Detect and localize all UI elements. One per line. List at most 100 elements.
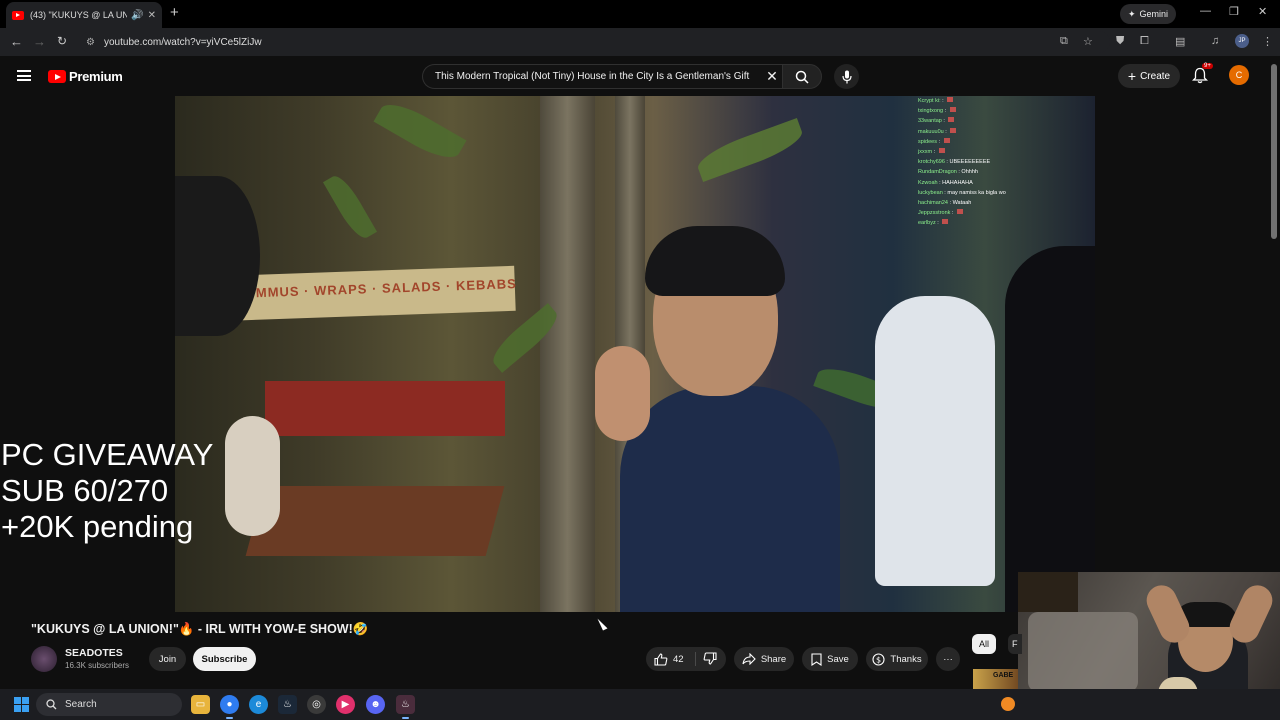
- chat-message: makuuu0u :: [918, 127, 1088, 137]
- create-button[interactable]: + Create: [1118, 64, 1180, 88]
- youtube-favicon-icon: [12, 10, 24, 20]
- youtube-premium-label[interactable]: Premium: [69, 69, 123, 84]
- profile-avatar[interactable]: JP: [1235, 34, 1249, 48]
- chat-message: Jeppzsstronk :: [918, 208, 1088, 218]
- chat-message: Kzwoah : HAHAHAHA: [918, 179, 973, 186]
- site-info-icon[interactable]: ⚙: [86, 37, 104, 48]
- media-control-icon[interactable]: ♫: [1211, 35, 1219, 47]
- obs-icon[interactable]: ◎: [307, 695, 326, 714]
- video-bg-leaf: [693, 118, 807, 182]
- chat-username: Kzwoah: [918, 179, 938, 186]
- search-input[interactable]: This Modern Tropical (Not Tiny) House in…: [422, 64, 782, 89]
- thumbs-down-icon[interactable]: [703, 652, 717, 665]
- taskbar-search-placeholder: Search: [65, 699, 97, 710]
- restore-icon[interactable]: ❐: [1229, 5, 1239, 18]
- video-person-hand: [595, 346, 650, 441]
- notification-count-badge: 9+: [1202, 63, 1213, 69]
- chat-emote-icon: [947, 97, 954, 102]
- microphone-icon: [841, 70, 852, 83]
- windows-start-icon[interactable]: [14, 697, 29, 712]
- chat-text: UBEEEEEEEEE: [949, 159, 991, 166]
- share-button[interactable]: Share: [734, 647, 794, 671]
- file-explorer-icon[interactable]: ▭: [191, 695, 210, 714]
- bookmark-star-icon[interactable]: ☆: [1083, 35, 1093, 48]
- channel-avatar[interactable]: [31, 646, 57, 672]
- save-button[interactable]: Save: [802, 647, 858, 671]
- stream-chat-overlay: Kcrypt ki: : txingtxong : 33wantap : mak…: [918, 96, 1088, 229]
- notifications-bell-icon[interactable]: [1192, 67, 1208, 84]
- audio-playing-icon[interactable]: 🔊: [131, 10, 143, 21]
- chat-emote-icon: [943, 137, 950, 143]
- steam-active-icon[interactable]: ♨: [396, 695, 415, 719]
- channel-name[interactable]: SEADOTES: [65, 647, 123, 659]
- chat-username: krotchy696: [918, 159, 945, 166]
- tab-title: (43) "KUKUYS @ LA UNION!: [30, 10, 128, 20]
- taskbar-search-box[interactable]: Search: [36, 693, 182, 716]
- shield-icon[interactable]: ⛊: [1116, 35, 1124, 48]
- chat-username: earlbyz: [918, 220, 936, 227]
- video-bg-table: [245, 486, 505, 556]
- plus-icon: +: [1127, 68, 1137, 84]
- page-scrollbar[interactable]: [1271, 64, 1277, 239]
- chat-username: luckybean: [918, 189, 943, 196]
- youtube-logo-icon[interactable]: [48, 70, 66, 83]
- chat-emote-icon: [938, 148, 945, 154]
- thanks-label: Thanks: [890, 653, 922, 665]
- video-person-white-shirt: [875, 296, 995, 586]
- chat-message: 33wantap :: [918, 116, 1088, 126]
- extensions-icon[interactable]: ⧠: [1140, 35, 1149, 48]
- webcam-bg-shelf: [1018, 572, 1078, 612]
- windows-taskbar: Search ▭ ● e ♨ ◎ ▶ ☻ ♨: [0, 689, 1280, 720]
- related-video-thumbnail[interactable]: GABE: [973, 669, 1018, 689]
- window-close-icon[interactable]: ✕: [1258, 5, 1267, 18]
- chat-emote-icon: [949, 107, 956, 113]
- forward-icon[interactable]: →: [33, 34, 46, 49]
- chrome-icon[interactable]: ●: [220, 695, 239, 719]
- user-avatar[interactable]: C: [1229, 65, 1249, 85]
- chat-emote-icon: [957, 209, 963, 215]
- menu-kebab-icon[interactable]: ⋮: [1262, 35, 1273, 48]
- edge-icon[interactable]: e: [249, 695, 268, 714]
- chat-username: jxxxm: [918, 149, 933, 156]
- clear-search-icon[interactable]: ✕: [762, 68, 782, 85]
- svg-text:$: $: [876, 655, 881, 664]
- share-icon: [742, 653, 756, 665]
- chat-emote-icon: [950, 127, 957, 133]
- create-label: Create: [1140, 70, 1171, 82]
- subscribe-button[interactable]: Subscribe: [193, 647, 256, 671]
- video-bg-leaf: [322, 171, 378, 243]
- video-person-shirt: [620, 386, 840, 612]
- like-divider: [695, 652, 696, 666]
- voice-search-button[interactable]: [834, 64, 859, 89]
- chip-all[interactable]: All: [972, 634, 996, 654]
- sidebar-icon[interactable]: ▤: [1175, 35, 1185, 48]
- gemini-button[interactable]: ✦ Gemini: [1120, 4, 1177, 24]
- search-button[interactable]: [782, 64, 822, 89]
- chat-message: RundamDragon : Ohhhh: [918, 169, 978, 176]
- thanks-button[interactable]: $ Thanks: [866, 647, 928, 671]
- new-tab-button[interactable]: +: [170, 4, 179, 21]
- more-actions-button[interactable]: ···: [936, 647, 960, 671]
- chip-next[interactable]: F: [1008, 634, 1022, 654]
- tab-close-icon[interactable]: ✕: [148, 10, 156, 21]
- chat-message: hachiman24 : Wataah: [918, 200, 972, 207]
- search-query-text: This Modern Tropical (Not Tiny) House in…: [435, 71, 750, 82]
- chat-message: spidees :: [918, 137, 1088, 147]
- chat-username: Jeppzsstronk: [918, 210, 951, 217]
- browser-tab-active[interactable]: (43) "KUKUYS @ LA UNION! 🔊 ✕: [6, 2, 162, 28]
- back-icon[interactable]: ←: [10, 34, 23, 49]
- tray-icon[interactable]: [1001, 697, 1015, 711]
- minimize-icon[interactable]: —: [1200, 5, 1211, 17]
- video-person-dark-hair: [1005, 246, 1095, 612]
- media-player-icon[interactable]: ▶: [336, 695, 355, 714]
- install-app-icon[interactable]: ⧉: [1060, 35, 1068, 48]
- hamburger-menu-icon[interactable]: [17, 70, 31, 81]
- video-foreground-camera: [175, 176, 260, 336]
- discord-icon[interactable]: ☻: [366, 695, 385, 714]
- chat-emote-icon: [948, 117, 955, 123]
- join-button[interactable]: Join: [149, 647, 186, 671]
- address-bar[interactable]: ⚙ youtube.com/watch?v=yiVCe5lZiJw: [80, 31, 1110, 53]
- steam-icon[interactable]: ♨: [278, 695, 297, 714]
- like-button[interactable]: 42: [646, 647, 726, 671]
- reload-icon[interactable]: ↻: [57, 34, 67, 48]
